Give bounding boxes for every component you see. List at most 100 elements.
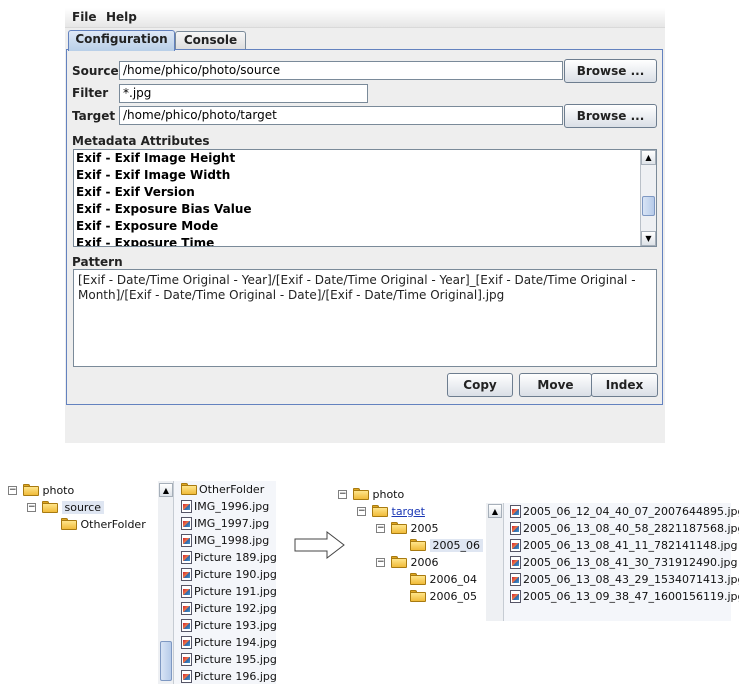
scroll-thumb[interactable] — [160, 641, 172, 681]
list-item[interactable]: 2005_06_12_04_40_07_2007644895.jpg — [510, 503, 739, 520]
list-item[interactable]: 2005_06_13_08_40_58_2821187568.jpg — [510, 520, 739, 537]
image-file-icon — [181, 500, 192, 513]
list-item[interactable]: 2005_06_13_08_41_30_731912490.jpg — [510, 554, 737, 571]
folder-icon — [391, 556, 407, 568]
list-item[interactable]: 2005_06_13_08_43_29_1534071413.jpg — [510, 571, 739, 588]
list-item[interactable]: Picture 193.jpg — [181, 617, 277, 634]
list-item[interactable]: Picture 192.jpg — [181, 600, 277, 617]
tree-toggle-icon[interactable]: − — [338, 490, 347, 499]
tree-toggle-icon[interactable]: − — [27, 503, 36, 512]
source-label: Source — [72, 64, 119, 78]
target-browse-button[interactable]: Browse ... — [564, 104, 657, 128]
source-list-scrollbar[interactable]: ▲ — [158, 481, 174, 684]
scroll-thumb[interactable] — [642, 196, 655, 216]
target-label: Target — [72, 109, 116, 123]
target-file-list: ▲ 2005_06_12_04_40_07_2007644895.jpg 200… — [486, 503, 739, 621]
target-field[interactable]: /home/phico/photo/target — [119, 106, 563, 125]
target-file-items: 2005_06_12_04_40_07_2007644895.jpg 2005_… — [510, 503, 739, 605]
image-file-icon — [181, 585, 192, 598]
tree-node-2006-05[interactable]: 2006_05 — [410, 588, 477, 605]
source-file-list: ▲ OtherFolder IMG_1996.jpg IMG_1997.jpg … — [158, 481, 277, 685]
tab-console[interactable]: Console — [175, 31, 246, 50]
folder-icon — [42, 501, 58, 513]
image-file-icon — [181, 653, 192, 666]
move-button[interactable]: Move — [519, 373, 592, 397]
metadata-item[interactable]: Exif - Exposure Mode — [74, 218, 656, 235]
tree-node-photo[interactable]: photo — [23, 482, 74, 499]
configuration-panel: Source /home/phico/photo/source Browse .… — [66, 49, 663, 405]
image-file-icon — [181, 636, 192, 649]
filter-label: Filter — [72, 86, 109, 100]
scroll-up-icon[interactable]: ▲ — [641, 150, 656, 165]
tree-label: photo — [372, 488, 405, 501]
tree-node-2005[interactable]: 2005 — [391, 520, 439, 537]
folder-icon — [61, 518, 77, 530]
metadata-item[interactable]: Exif - Exposure Bias Value — [74, 201, 656, 218]
source-field[interactable]: /home/phico/photo/source — [119, 61, 563, 80]
list-item[interactable]: Picture 189.jpg — [181, 549, 277, 566]
tree-toggle-icon[interactable]: − — [8, 486, 17, 495]
pattern-textarea[interactable]: [Exif - Date/Time Original - Year]/[Exif… — [73, 269, 657, 367]
metadata-scrollbar[interactable]: ▲ ▼ — [640, 150, 656, 246]
list-item[interactable]: Picture 195.jpg — [181, 651, 277, 668]
folder-icon — [353, 488, 369, 500]
list-item[interactable]: 2005_06_13_09_38_47_1600156119.jpg — [510, 588, 739, 605]
metadata-item[interactable]: Exif - Exif Image Height — [74, 150, 656, 167]
source-browse-button[interactable]: Browse ... — [564, 59, 657, 83]
image-file-icon — [181, 670, 192, 683]
scroll-up-icon[interactable]: ▲ — [488, 504, 502, 518]
tree-toggle-icon[interactable]: − — [376, 524, 385, 533]
tree-label: photo — [42, 484, 75, 497]
image-file-icon — [181, 517, 192, 530]
folder-icon — [410, 590, 426, 602]
pattern-label: Pattern — [72, 255, 123, 269]
image-file-icon — [510, 590, 521, 603]
metadata-item[interactable]: Exif - Exposure Time — [74, 235, 656, 246]
tree-node-photo[interactable]: photo — [353, 486, 404, 503]
image-file-icon — [181, 568, 192, 581]
menu-bar: File Help — [65, 8, 665, 28]
tree-node-otherfolder[interactable]: OtherFolder — [61, 516, 146, 533]
menu-file[interactable]: File — [72, 10, 97, 24]
filter-field[interactable]: *.jpg — [119, 84, 368, 103]
tree-label: source — [61, 501, 105, 514]
tree-node-2005-06[interactable]: 2005_06 — [410, 537, 483, 554]
folder-icon — [391, 522, 407, 534]
list-item[interactable]: Picture 191.jpg — [181, 583, 277, 600]
tree-label: 2006_05 — [429, 590, 478, 603]
menu-help[interactable]: Help — [106, 10, 137, 24]
tree-node-target[interactable]: target — [372, 503, 425, 520]
tab-configuration[interactable]: Configuration — [68, 30, 175, 51]
app-window: File Help Configuration Console Source /… — [65, 8, 665, 443]
list-item[interactable]: 2005_06_13_08_41_11_782141148.jpg — [510, 537, 737, 554]
image-file-icon — [181, 551, 192, 564]
metadata-item[interactable]: Exif - Exif Image Width — [74, 167, 656, 184]
list-item[interactable]: Picture 194.jpg — [181, 634, 277, 651]
list-item[interactable]: IMG_1996.jpg — [181, 498, 276, 515]
index-button[interactable]: Index — [591, 373, 658, 397]
tree-node-source[interactable]: source — [42, 499, 105, 516]
tab-bar: Configuration Console — [65, 30, 665, 51]
arrow-right-icon — [294, 531, 345, 559]
list-item[interactable]: Picture 196.jpg — [181, 668, 277, 685]
scroll-up-icon[interactable]: ▲ — [159, 483, 173, 497]
metadata-item[interactable]: Exif - Exif Version — [74, 184, 656, 201]
tree-node-2006-04[interactable]: 2006_04 — [410, 571, 477, 588]
image-file-icon — [510, 556, 521, 569]
target-list-scrollbar[interactable]: ▲ — [486, 503, 504, 621]
list-item[interactable]: IMG_1998.jpg — [181, 532, 276, 549]
tree-toggle-icon[interactable]: − — [376, 558, 385, 567]
source-file-items: OtherFolder IMG_1996.jpg IMG_1997.jpg IM… — [181, 481, 277, 685]
scroll-down-icon[interactable]: ▼ — [641, 231, 656, 246]
list-item[interactable]: OtherFolder — [181, 481, 276, 498]
folder-icon — [181, 483, 197, 495]
copy-button[interactable]: Copy — [447, 373, 513, 397]
list-item[interactable]: IMG_1997.jpg — [181, 515, 276, 532]
metadata-label: Metadata Attributes — [72, 134, 210, 148]
tree-label: 2006 — [410, 556, 439, 569]
folder-icon — [410, 539, 426, 551]
tree-node-2006[interactable]: 2006 — [391, 554, 439, 571]
list-item[interactable]: Picture 190.jpg — [181, 566, 277, 583]
tree-toggle-icon[interactable]: − — [357, 507, 366, 516]
tree-label: 2005 — [410, 522, 439, 535]
